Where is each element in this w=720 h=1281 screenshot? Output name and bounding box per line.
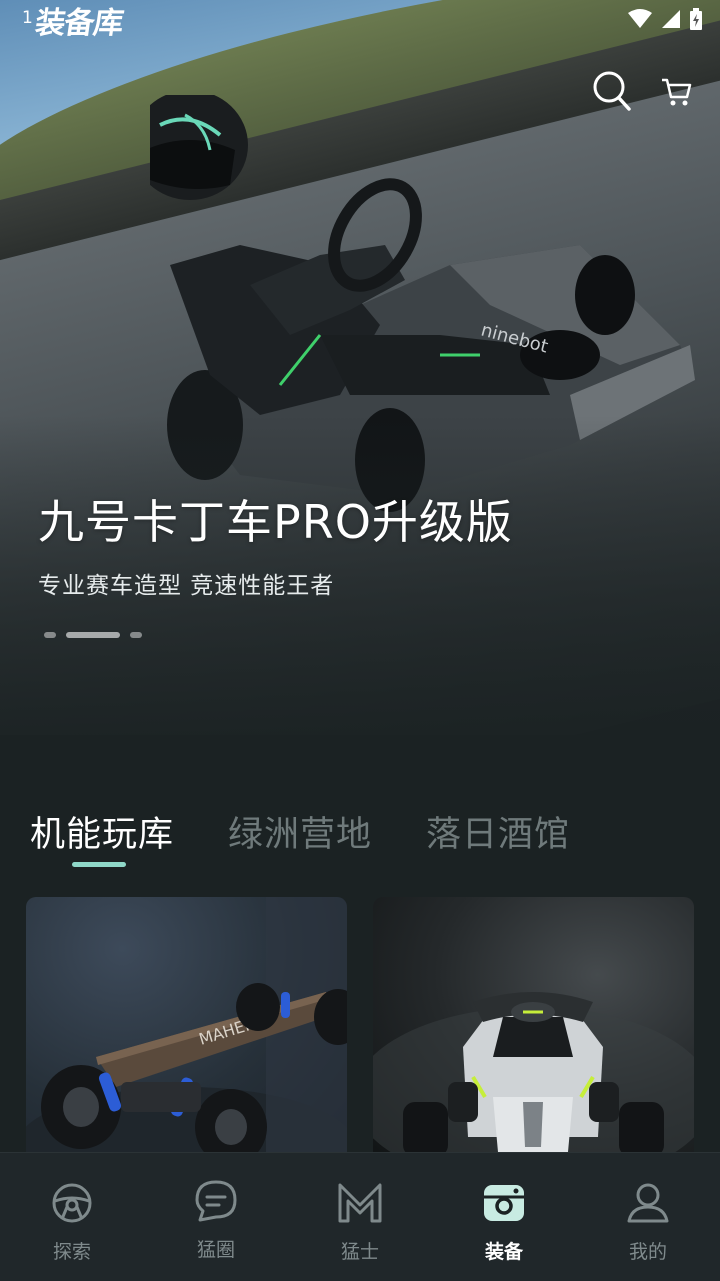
nav-item-explore[interactable]: 探索 (0, 1153, 144, 1281)
tab-lvzhou-yingdi[interactable]: 绿洲营地 (228, 806, 372, 857)
tab-jineng-wanku[interactable]: 机能玩库 (30, 806, 174, 857)
carousel-indicator (44, 632, 142, 638)
category-tabs: 机能玩库 绿洲营地 落日酒馆 (0, 800, 720, 870)
nav-label: 探索 (52, 1241, 91, 1263)
wifi-icon (628, 9, 652, 28)
hero-banner[interactable]: ninebot 1 装备库 九号卡丁车PRO升级版 专业赛车造型 竞速性能王者 (0, 0, 720, 735)
nav-item-warrior[interactable]: 猛士 (288, 1153, 432, 1281)
bottom-nav: 探索 猛圈 猛士 装备 我的 (0, 1152, 720, 1281)
steering-wheel-icon (52, 1183, 92, 1223)
chat-bubble-icon (195, 1180, 237, 1222)
search-icon[interactable] (592, 70, 632, 112)
gokart-image (373, 992, 694, 1157)
user-icon (627, 1183, 669, 1223)
nav-label: 猛圈 (196, 1239, 235, 1261)
signal-icon (662, 10, 680, 28)
carousel-dot[interactable] (130, 632, 142, 638)
carousel-dot[interactable] (44, 632, 56, 638)
nav-item-gear[interactable]: 装备 (432, 1153, 576, 1281)
nav-item-mine[interactable]: 我的 (576, 1153, 720, 1281)
nav-label: 装备 (484, 1241, 523, 1263)
nav-label: 猛士 (340, 1241, 379, 1263)
battery-icon (690, 8, 702, 30)
tab-active-indicator (72, 862, 126, 867)
status-bar: 1 装备库 (0, 0, 720, 41)
product-card-skateboard[interactable]: MAHERO (26, 897, 347, 1157)
skateboard-image: MAHERO (26, 897, 347, 1157)
camera-box-icon (484, 1185, 524, 1221)
carousel-dot-active[interactable] (66, 632, 120, 638)
m-logo-icon (338, 1183, 382, 1223)
nav-label: 我的 (628, 1241, 667, 1263)
status-time: 1 (22, 8, 33, 28)
cart-icon[interactable] (660, 76, 692, 108)
product-card-gokart[interactable] (373, 897, 694, 1157)
nav-item-circle[interactable]: 猛圈 (144, 1153, 288, 1281)
tab-luori-jiuguan[interactable]: 落日酒馆 (426, 806, 570, 857)
hero-subtitle: 专业赛车造型 竞速性能王者 (38, 573, 335, 599)
status-icons (628, 8, 702, 30)
hero-title: 九号卡丁车PRO升级版 (38, 495, 513, 549)
app-name: 装备库 (33, 6, 125, 41)
